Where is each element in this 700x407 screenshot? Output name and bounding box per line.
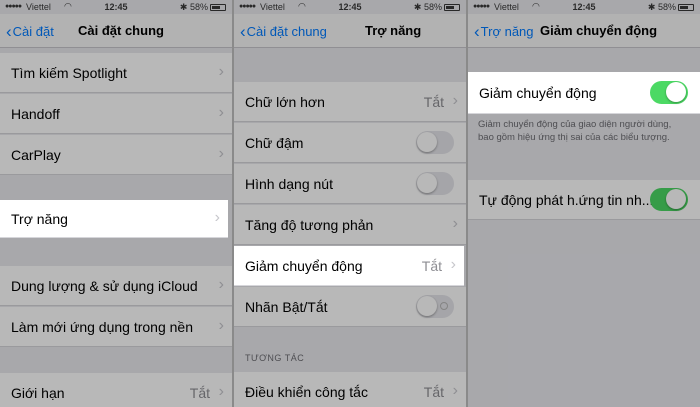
- section-header-interaction: TƯƠNG TÁC: [245, 353, 305, 363]
- row-larger-text[interactable]: Chữ lớn hơn Tắt ›: [234, 82, 466, 122]
- battery-percent: 58%: [189, 2, 208, 12]
- row-label: Trợ năng: [11, 211, 68, 227]
- row-value: Tắt: [421, 258, 442, 274]
- row-spotlight-search[interactable]: Tìm kiếm Spotlight ›: [0, 53, 232, 93]
- battery-percent: 58%: [657, 2, 676, 12]
- back-button[interactable]: ‹Cài đặt: [6, 22, 54, 42]
- button-shapes-toggle[interactable]: [416, 172, 454, 195]
- status-bar: ●●●●● Viettel ◠ 12:45 ✱ 58%: [234, 0, 466, 14]
- battery-indicator: ✱ 58%: [414, 2, 460, 13]
- row-label: Tự động phát h.ứng tin nh...: [479, 192, 654, 208]
- row-label: Nhãn Bật/Tắt: [245, 299, 328, 315]
- row-background-refresh[interactable]: Làm mới ứng dụng trong nền ›: [0, 307, 232, 347]
- chevron-right-icon: ›: [452, 215, 458, 232]
- chevron-right-icon: ›: [452, 382, 458, 399]
- toggle-knob: [417, 296, 437, 316]
- row-bold-text: Chữ đậm: [234, 123, 466, 163]
- bold-text-toggle[interactable]: [416, 131, 454, 154]
- row-label: Giảm chuyển động: [245, 258, 363, 274]
- battery-icon: [210, 4, 226, 11]
- toggle-knob: [666, 82, 686, 102]
- battery-icon: [678, 4, 694, 11]
- chevron-right-icon: ›: [214, 209, 220, 226]
- row-value: Tắt: [423, 94, 444, 110]
- on-off-labels-toggle[interactable]: [416, 295, 454, 318]
- reduce-motion-screen: ●●●●● Viettel ◠ 12:45 ✱ 58% ‹Trợ năng Gi…: [468, 0, 700, 407]
- bluetooth-icon: ✱: [413, 2, 422, 12]
- row-auto-play-message-effects: Tự động phát h.ứng tin nh...: [468, 180, 700, 220]
- battery-icon: [444, 4, 460, 11]
- row-carplay[interactable]: CarPlay ›: [0, 135, 232, 175]
- row-label: Tăng độ tương phản: [245, 217, 374, 233]
- toggle-knob: [417, 173, 437, 193]
- row-label: Tìm kiếm Spotlight: [11, 65, 127, 81]
- battery-indicator: ✱ 58%: [648, 2, 694, 13]
- row-label: Chữ đậm: [245, 135, 304, 151]
- settings-general-screen: ●●●●● Viettel ◠ 12:45 ✱ 58% ‹Cài đặt Cài…: [0, 0, 232, 407]
- chevron-right-icon: ›: [218, 104, 224, 121]
- chevron-right-icon: ›: [218, 145, 224, 162]
- back-label: Trợ năng: [480, 24, 534, 39]
- row-accessibility[interactable]: Trợ năng ›: [0, 200, 228, 238]
- row-reduce-motion[interactable]: Giảm chuyển động Tắt ›: [234, 246, 464, 286]
- bluetooth-icon: ✱: [647, 2, 656, 12]
- row-label: Điều khiển công tắc: [245, 384, 368, 400]
- row-label: CarPlay: [11, 147, 61, 163]
- row-icloud-usage[interactable]: Dung lượng & sử dụng iCloud ›: [0, 266, 232, 306]
- chevron-left-icon: ‹: [240, 22, 246, 41]
- row-label: Giảm chuyển động: [479, 85, 597, 101]
- row-label: Giới hạn: [11, 385, 65, 401]
- back-button[interactable]: ‹Trợ năng: [474, 22, 534, 42]
- status-bar: ●●●●● Viettel ◠ 12:45 ✱ 58%: [468, 0, 700, 14]
- back-label: Cài đặt chung: [246, 24, 327, 39]
- battery-indicator: ✱ 58%: [180, 2, 226, 13]
- row-restrictions[interactable]: Giới hạn Tắt ›: [0, 373, 232, 407]
- bluetooth-icon: ✱: [179, 2, 188, 12]
- page-title: Giảm chuyển động: [540, 23, 658, 38]
- chevron-right-icon: ›: [218, 276, 224, 293]
- page-title: Trợ năng: [365, 23, 422, 38]
- row-on-off-labels: Nhãn Bật/Tắt: [234, 287, 466, 327]
- back-button[interactable]: ‹Cài đặt chung: [240, 22, 327, 42]
- off-ring-icon: [440, 302, 448, 310]
- reduce-motion-toggle[interactable]: [650, 81, 688, 104]
- row-increase-contrast[interactable]: Tăng độ tương phản ›: [234, 205, 466, 245]
- accessibility-screen: ●●●●● Viettel ◠ 12:45 ✱ 58% ‹Cài đặt chu…: [234, 0, 466, 407]
- back-label: Cài đặt: [12, 24, 54, 39]
- row-label: Chữ lớn hơn: [245, 94, 325, 110]
- toggle-knob: [417, 132, 437, 152]
- row-label: Handoff: [11, 106, 60, 122]
- row-label: Hình dạng nút: [245, 176, 333, 192]
- toggle-knob: [666, 189, 686, 209]
- chevron-right-icon: ›: [452, 92, 458, 109]
- row-value: Tắt: [189, 385, 210, 401]
- navigation-bar: ‹Cài đặt chung Trợ năng: [234, 14, 466, 48]
- page-title: Cài đặt chung: [78, 23, 164, 38]
- chevron-right-icon: ›: [450, 256, 456, 273]
- row-label: Dung lượng & sử dụng iCloud: [11, 278, 198, 294]
- chevron-right-icon: ›: [218, 317, 224, 334]
- row-switch-control[interactable]: Điều khiển công tắc Tắt ›: [234, 372, 466, 407]
- row-button-shapes: Hình dạng nút: [234, 164, 466, 204]
- battery-percent: 58%: [423, 2, 442, 12]
- row-label: Làm mới ứng dụng trong nền: [11, 319, 193, 335]
- row-handoff[interactable]: Handoff ›: [0, 94, 232, 134]
- status-bar: ●●●●● Viettel ◠ 12:45 ✱ 58%: [0, 0, 232, 14]
- row-value: Tắt: [423, 384, 444, 400]
- chevron-left-icon: ‹: [6, 22, 12, 41]
- auto-play-effects-toggle[interactable]: [650, 188, 688, 211]
- chevron-right-icon: ›: [218, 63, 224, 80]
- row-reduce-motion: Giảm chuyển động: [468, 72, 700, 114]
- chevron-right-icon: ›: [218, 383, 224, 400]
- reduce-motion-description: Giảm chuyển động của giao diện người dùn…: [478, 119, 672, 143]
- navigation-bar: ‹Cài đặt Cài đặt chung: [0, 14, 232, 48]
- chevron-left-icon: ‹: [474, 22, 480, 41]
- navigation-bar: ‹Trợ năng Giảm chuyển động: [468, 14, 700, 48]
